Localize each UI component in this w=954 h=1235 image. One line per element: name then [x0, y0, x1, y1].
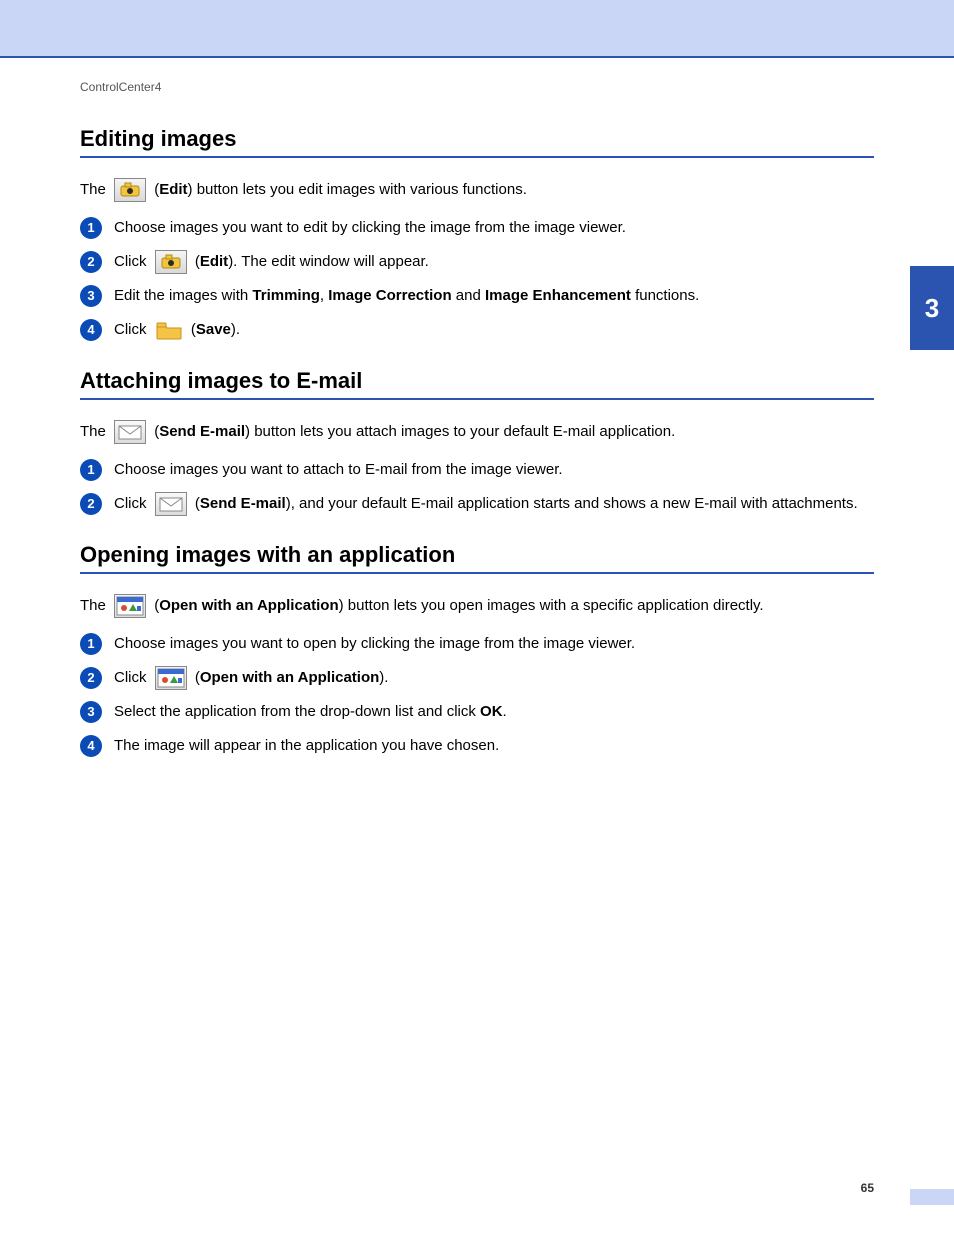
text: ). [379, 669, 388, 686]
edit-icon [114, 178, 146, 202]
step-number-icon: 4 [80, 735, 102, 757]
step-number-icon: 3 [80, 701, 102, 723]
mail-icon [114, 420, 146, 444]
step-3: 3 Select the application from the drop-d… [80, 700, 874, 724]
text: The [80, 423, 110, 440]
text: and [452, 287, 485, 304]
step-4: 4 Click (Save). [80, 318, 874, 342]
text: The [80, 597, 110, 614]
step-text: Edit the images with Trimming, Image Cor… [114, 284, 874, 308]
text: functions. [631, 287, 699, 304]
step-text: Click (Open with an Application). [114, 666, 874, 690]
edit-icon [155, 250, 187, 274]
step-number-icon: 1 [80, 633, 102, 655]
text: . [503, 703, 507, 720]
label: Send E-mail [159, 423, 245, 440]
page: 3 ControlCenter4 Editing images The (Edi… [0, 0, 954, 1235]
label: Send E-mail [200, 495, 286, 512]
step-text: Click (Save). [114, 318, 874, 342]
steps-openapp: 1 Choose images you want to open by clic… [80, 632, 874, 758]
text: ) button lets you edit images with vario… [188, 181, 527, 198]
label: Edit [200, 253, 228, 270]
text: Edit the images with [114, 287, 252, 304]
open-with-app-icon [114, 594, 146, 618]
chapter-tab: 3 [910, 266, 954, 350]
step-1: 1 Choose images you want to open by clic… [80, 632, 874, 656]
bold: Trimming [252, 287, 320, 304]
text: ) button lets you attach images to your … [245, 423, 675, 440]
section-heading-email: Attaching images to E-mail [80, 368, 874, 400]
text: , [320, 287, 328, 304]
steps-email: 1 Choose images you want to attach to E-… [80, 458, 874, 516]
intro-editing: The (Edit) button lets you edit images w… [80, 178, 874, 202]
bold: OK [480, 703, 503, 720]
step-2: 2 Click (Send E-mail), and your default … [80, 492, 874, 516]
section-heading-editing: Editing images [80, 126, 874, 158]
mail-icon [155, 492, 187, 516]
step-1: 1 Choose images you want to edit by clic… [80, 216, 874, 240]
step-text: Click (Edit). The edit window will appea… [114, 250, 874, 274]
text: The [80, 181, 110, 198]
bold: Image Correction [328, 287, 451, 304]
label: Open with an Application [200, 669, 379, 686]
footer-band [910, 1189, 954, 1205]
text: Click [114, 495, 151, 512]
label: Save [196, 321, 231, 338]
step-text: Choose images you want to edit by clicki… [114, 216, 874, 240]
step-number-icon: 1 [80, 217, 102, 239]
label: Edit [159, 181, 187, 198]
text: Click [114, 321, 151, 338]
folder-icon [155, 319, 183, 341]
header-band [0, 0, 954, 56]
steps-editing: 1 Choose images you want to edit by clic… [80, 216, 874, 342]
step-text: The image will appear in the application… [114, 734, 874, 758]
text: ). [231, 321, 240, 338]
step-text: Choose images you want to open by clicki… [114, 632, 874, 656]
intro-email: The (Send E-mail) button lets you attach… [80, 420, 874, 444]
open-with-app-icon [155, 666, 187, 690]
step-text: Choose images you want to attach to E-ma… [114, 458, 874, 482]
step-number-icon: 2 [80, 493, 102, 515]
text: ), and your default E-mail application s… [286, 495, 858, 512]
step-number-icon: 3 [80, 285, 102, 307]
step-number-icon: 2 [80, 667, 102, 689]
step-number-icon: 1 [80, 459, 102, 481]
step-4: 4 The image will appear in the applicati… [80, 734, 874, 758]
step-text: Click (Send E-mail), and your default E-… [114, 492, 874, 516]
bold: Image Enhancement [485, 287, 631, 304]
step-1: 1 Choose images you want to attach to E-… [80, 458, 874, 482]
text: Select the application from the drop-dow… [114, 703, 480, 720]
step-number-icon: 2 [80, 251, 102, 273]
intro-openapp: The (Open with an Application) button le… [80, 594, 874, 618]
step-text: Select the application from the drop-dow… [114, 700, 874, 724]
text: Click [114, 253, 151, 270]
content-area: ControlCenter4 Editing images The (Edit)… [80, 80, 874, 768]
section-heading-openapp: Opening images with an application [80, 542, 874, 574]
breadcrumb: ControlCenter4 [80, 80, 874, 94]
text: ) button lets you open images with a spe… [339, 597, 764, 614]
step-number-icon: 4 [80, 319, 102, 341]
header-rule [0, 56, 954, 58]
text: Click [114, 669, 151, 686]
text: ). The edit window will appear. [228, 253, 429, 270]
page-number: 65 [861, 1181, 874, 1195]
label: Open with an Application [159, 597, 338, 614]
step-3: 3 Edit the images with Trimming, Image C… [80, 284, 874, 308]
step-2: 2 Click (Edit). The edit window will app… [80, 250, 874, 274]
step-2: 2 Click (Open with an Application). [80, 666, 874, 690]
